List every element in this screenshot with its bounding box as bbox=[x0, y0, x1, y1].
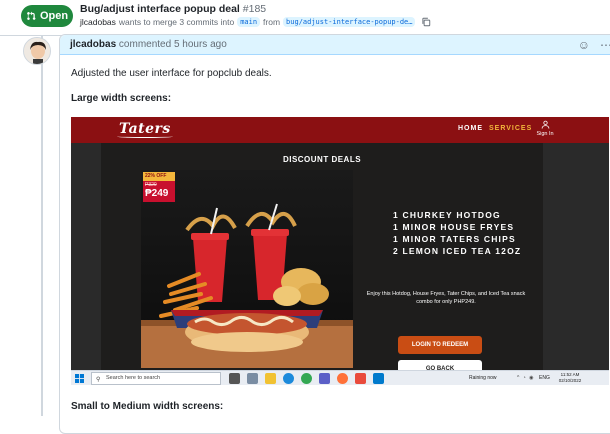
windows-logo-icon bbox=[75, 374, 84, 383]
status-label: Open bbox=[39, 10, 69, 22]
vscode-icon bbox=[373, 373, 384, 384]
comment-time[interactable]: commented 5 hours ago bbox=[119, 39, 227, 50]
pr-author-link[interactable]: jlcadobas bbox=[80, 17, 116, 27]
clock-date: 02/10/2022 bbox=[558, 378, 582, 383]
head-branch[interactable]: bug/adjust-interface-popup-de… bbox=[283, 17, 416, 27]
comment-box: jlcadobas commented 5 hours ago ☺ ⋯ Adju… bbox=[59, 34, 610, 434]
from-text: from bbox=[263, 17, 281, 27]
nav-services: SERVICES bbox=[489, 125, 533, 132]
pr-header: Open Bug/adjust interface popup deal #18… bbox=[0, 0, 610, 36]
pr-number: #185 bbox=[242, 3, 267, 15]
login-to-redeem-button: LOGIN TO REDEEM bbox=[398, 336, 482, 354]
avatar-image bbox=[24, 38, 50, 64]
chrome-icon bbox=[301, 373, 312, 384]
teams-icon bbox=[319, 373, 330, 384]
comment-author[interactable]: jlcadobas bbox=[70, 39, 116, 50]
firefox-icon bbox=[337, 373, 348, 384]
timeline-line bbox=[41, 36, 43, 416]
deals-title: DISCOUNT DEALS bbox=[282, 155, 362, 164]
search-icon: ⚲ bbox=[96, 377, 101, 383]
nav-home: HOME bbox=[458, 125, 483, 132]
taskbar-search-text: Search here to search bbox=[106, 375, 161, 381]
edge-icon bbox=[283, 373, 294, 384]
emoji-reaction-icon[interactable]: ☺ bbox=[578, 38, 590, 52]
user-icon bbox=[541, 120, 549, 129]
discount-label: 22% OFF bbox=[143, 172, 175, 181]
language-indicator: ENG bbox=[539, 375, 550, 381]
large-screens-heading: Large width screens: bbox=[71, 93, 172, 104]
logo-swash bbox=[117, 135, 173, 138]
deal-item: 1 CHURKEY HOTDOG bbox=[393, 210, 501, 220]
pr-title: Bug/adjust interface popup deal #185 bbox=[80, 3, 266, 15]
more-options-icon[interactable]: ⋯ bbox=[600, 38, 610, 52]
merge-text: wants to merge 3 commits into bbox=[118, 17, 235, 27]
comment-header: jlcadobas commented 5 hours ago ☺ ⋯ bbox=[60, 35, 610, 55]
pr-subtitle: jlcadobas wants to merge 3 commits into … bbox=[80, 17, 431, 27]
new-price: ₱249 bbox=[145, 188, 169, 199]
pull-request-icon bbox=[27, 11, 36, 20]
comment-meta: jlcadobas commented 5 hours ago bbox=[70, 39, 227, 50]
status-badge: Open bbox=[21, 5, 73, 27]
weather-status: Raining now bbox=[469, 375, 497, 381]
embedded-screenshot[interactable]: Taters HOME SERVICES Sign In DISCOUNT DE… bbox=[71, 117, 609, 385]
site-navbar: Taters HOME SERVICES Sign In bbox=[71, 117, 609, 143]
deal-image: 22% OFF P320 ₱249 bbox=[141, 170, 353, 368]
small-screens-heading: Small to Medium width screens: bbox=[71, 401, 224, 412]
deal-description: Enjoy this Hotdog, House Fryes, Tater Ch… bbox=[366, 291, 526, 305]
windows-taskbar: ⚲ Search here to search Raining now ^ ◔ … bbox=[71, 370, 609, 385]
price-box: P320 ₱249 bbox=[143, 181, 175, 202]
deal-item: 1 MINOR HOUSE FRYES bbox=[393, 222, 515, 232]
taskbar-clock: 11:52 AM 02/10/2022 bbox=[555, 372, 585, 384]
taskbar-apps bbox=[229, 373, 384, 384]
file-explorer-icon bbox=[265, 373, 276, 384]
base-branch[interactable]: main bbox=[237, 17, 261, 27]
comment-actions: ☺ ⋯ bbox=[578, 38, 610, 52]
task-view-icon bbox=[229, 373, 240, 384]
price-tag: 22% OFF P320 ₱249 bbox=[143, 172, 175, 202]
avatar[interactable] bbox=[23, 37, 51, 65]
nav-signin-label: Sign In bbox=[536, 131, 554, 137]
copy-icon[interactable] bbox=[421, 17, 431, 27]
system-tray-icons: ^ ◔ ◉ bbox=[517, 375, 535, 381]
deal-items-list: 1 CHURKEY HOTDOG 1 MINOR HOUSE FRYES 1 M… bbox=[393, 209, 521, 257]
comment-body-text: Adjusted the user interface for popclub … bbox=[71, 68, 272, 79]
deal-panel: DISCOUNT DEALS 22% OFF P320 ₱249 1 CHURK… bbox=[101, 143, 543, 381]
pr-title-text: Bug/adjust interface popup deal bbox=[80, 3, 240, 15]
deal-item: 1 MINOR TATERS CHIPS bbox=[393, 234, 516, 244]
taskbar-search: ⚲ Search here to search bbox=[91, 372, 221, 385]
widgets-icon bbox=[247, 373, 258, 384]
nav-signin: Sign In bbox=[533, 120, 557, 137]
app-icon bbox=[355, 373, 366, 384]
deal-item: 2 LEMON ICED TEA 12OZ bbox=[393, 246, 522, 256]
